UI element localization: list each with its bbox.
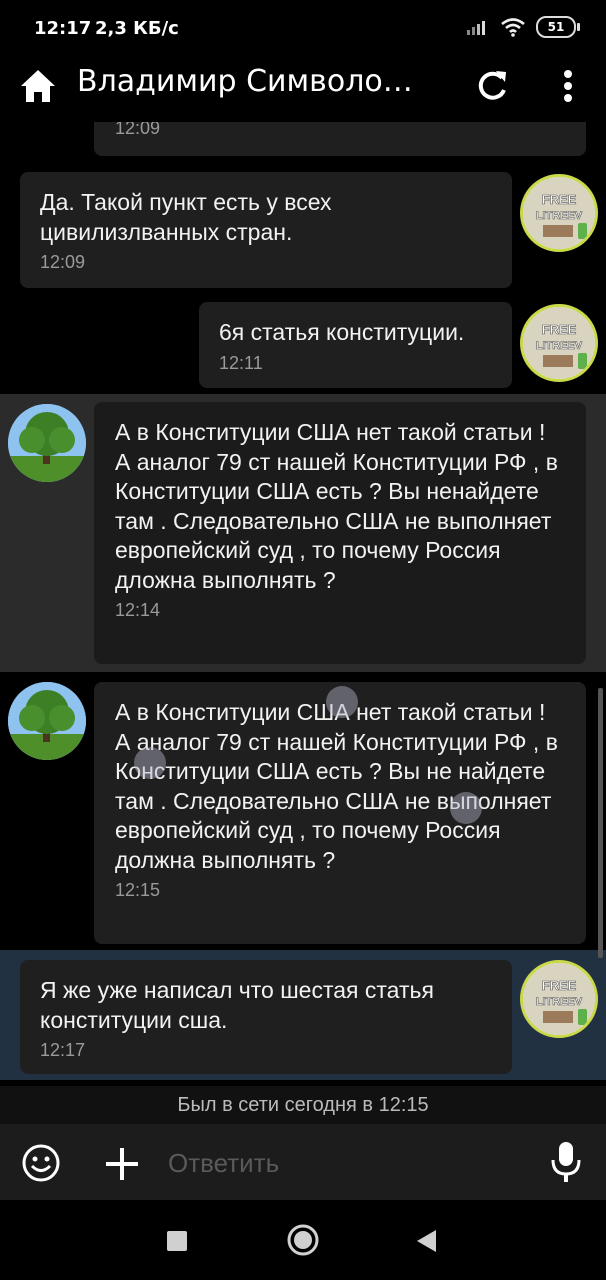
attach-button[interactable] <box>102 1144 142 1184</box>
message-time: 12:17 <box>40 1040 86 1060</box>
signal-icon <box>467 21 485 35</box>
svg-text:LITREEV: LITREEV <box>536 340 583 352</box>
free-litreev-logo: FREE LITREEV <box>523 963 595 1035</box>
message-row-selected: Я же уже написал что шестая статья конст… <box>0 950 606 1080</box>
free-litreev-logo: FREE LITREEV <box>523 177 595 249</box>
avatar[interactable]: FREE LITREEV <box>520 304 598 382</box>
message-text: Да. Такой пункт есть у всех цивилизлванн… <box>40 189 332 245</box>
message-time: 12:09 <box>115 122 161 138</box>
wifi-icon <box>501 18 525 37</box>
reply-input[interactable] <box>166 1138 530 1188</box>
message-bubble[interactable]: А в Конституции США нет такой статьи ! А… <box>94 682 586 944</box>
svg-text:FREE: FREE <box>542 192 577 207</box>
nav-home-button[interactable] <box>287 1224 319 1256</box>
message-text: Я же уже написал что шестая статья конст… <box>40 977 434 1033</box>
avatar[interactable] <box>8 404 86 482</box>
touch-indicator <box>326 686 358 718</box>
app-bar: Владимир Символо… <box>0 56 606 122</box>
avatar[interactable] <box>8 682 86 760</box>
message-row: А в Конституции США нет такой статьи ! А… <box>0 672 606 952</box>
message-bubble[interactable]: Я же уже написал что шестая статья конст… <box>20 960 512 1074</box>
message-time: 12:14 <box>115 600 161 620</box>
plus-icon <box>106 1148 138 1180</box>
message-time: 12:15 <box>115 880 161 900</box>
microphone-icon <box>551 1142 581 1182</box>
nav-back-button[interactable] <box>414 1228 438 1254</box>
status-bar: 12:17 2,3 КБ/с 51 <box>0 0 606 56</box>
message-bubble[interactable]: 12:09 <box>94 122 586 156</box>
message-row: А в Конституции США нет такой статьи ! А… <box>0 394 606 672</box>
svg-text:LITREEV: LITREEV <box>536 996 583 1008</box>
emoji-button[interactable] <box>20 1142 62 1184</box>
free-litreev-logo: FREE LITREEV <box>523 307 595 379</box>
message-text: 6я статья конституции. <box>219 319 465 345</box>
message-row: Да. Такой пункт есть у всех цивилизлванн… <box>0 170 606 288</box>
message-time: 12:09 <box>40 252 86 272</box>
status-time: 12:17 <box>34 18 92 39</box>
more-vert-icon <box>564 70 572 102</box>
message-bubble[interactable]: А в Конституции США нет такой статьи ! А… <box>94 402 586 664</box>
scrollbar[interactable] <box>598 688 603 958</box>
message-text: А в Конституции США нет такой статьи ! А… <box>115 419 558 593</box>
tree-photo <box>8 404 86 482</box>
touch-indicator <box>450 792 482 824</box>
composer <box>0 1124 606 1200</box>
system-nav-bar <box>0 1200 606 1280</box>
refresh-button[interactable] <box>472 66 512 106</box>
message-row: 12:09 <box>0 122 606 160</box>
avatar[interactable]: FREE LITREEV <box>520 174 598 252</box>
last-seen-status: Был в сети сегодня в 12:15 <box>0 1086 606 1124</box>
home-button[interactable] <box>18 66 58 106</box>
message-row: 6я статья конституции. 12:11 FREE LITREE… <box>0 302 606 392</box>
status-network-speed: 2,3 КБ/с <box>95 18 179 39</box>
message-bubble[interactable]: Да. Такой пункт есть у всех цивилизлванн… <box>20 172 512 288</box>
message-time: 12:11 <box>219 352 263 373</box>
touch-indicator <box>134 747 166 779</box>
recent-apps-button[interactable] <box>167 1231 187 1251</box>
more-options-button[interactable] <box>548 66 588 106</box>
voice-message-button[interactable] <box>546 1138 586 1186</box>
conversation-title[interactable]: Владимир Символо… <box>77 64 417 99</box>
refresh-icon <box>478 71 506 100</box>
back-triangle-icon <box>417 1230 436 1252</box>
battery-icon: 51 <box>536 16 580 38</box>
message-list[interactable]: 12:09 Да. Такой пункт есть у всех цивили… <box>0 122 606 1096</box>
svg-text:FREE: FREE <box>542 978 577 993</box>
message-bubble[interactable]: 6я статья конституции. 12:11 <box>199 302 512 388</box>
tree-photo <box>8 682 86 760</box>
nav-home-icon <box>287 1224 319 1256</box>
home-icon <box>21 70 55 102</box>
svg-text:LITREEV: LITREEV <box>536 210 583 222</box>
message-text: А в Конституции США нет такой статьи ! А… <box>115 699 558 873</box>
status-icons: 51 <box>466 16 580 38</box>
emoji-icon <box>22 1144 60 1182</box>
avatar[interactable]: FREE LITREEV <box>520 960 598 1038</box>
svg-text:FREE: FREE <box>542 322 577 337</box>
